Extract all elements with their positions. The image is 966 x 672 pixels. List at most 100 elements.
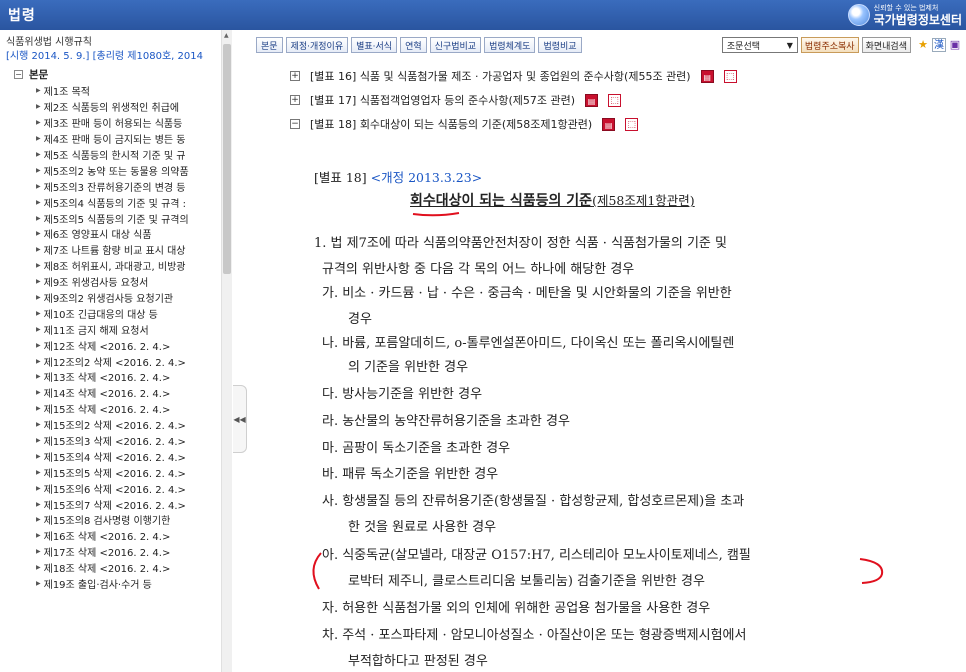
sidebar-scrollbar[interactable]: ▲	[221, 30, 232, 672]
hwp-download-icon[interactable]: ▤	[700, 69, 714, 83]
annex-label[interactable]: [별표 17] 식품접객업영업자 등의 준수사항(제57조 관련)	[310, 92, 575, 108]
sidebar-article-label: 제12조의2 삭제 <2016. 2. 4.>	[43, 357, 186, 369]
toolbar-button-4[interactable]: 신구법비교	[429, 37, 482, 53]
toolbar-right: 조문선택 ▼ 법령주소복사 화면내검색 ★ 漢 ▣	[721, 36, 962, 54]
sidebar-article-item[interactable]: ▶ 제15조 삭제 <2016. 2. 4.>	[36, 401, 222, 417]
sidebar-article-item[interactable]: ▶ 제5조의4 식품등의 기준 및 규격 :	[36, 194, 222, 210]
sidebar-tree: 식품위생법 시행규칙 [시행 2014. 5. 9.] [총리령 제1080호,…	[0, 30, 232, 672]
annex-row[interactable]: + [별표 16] 식품 및 식품첨가물 제조 · 가공업자 및 종업원의 준수사…	[290, 68, 737, 84]
sidebar-article-item[interactable]: ▶ 제5조의2 농약 또는 동물용 의약품	[36, 162, 222, 178]
document-line: 의 기준을 위반한 경우	[348, 360, 469, 375]
sidebar-article-item[interactable]: ▶ 제6조 영양표시 대상 식품	[36, 226, 222, 242]
sidebar-article-item[interactable]: ▶ 제15조의6 삭제 <2016. 2. 4.>	[36, 480, 222, 496]
bullet-arrow-icon: ▶	[36, 421, 41, 429]
sidebar-article-item[interactable]: ▶ 제11조 금지 해제 요청서	[36, 321, 222, 337]
article-select[interactable]: 조문선택 ▼	[721, 37, 798, 53]
sidebar-article-item[interactable]: ▶ 제9조의2 위생검사등 요청기관	[36, 290, 222, 306]
toolbar-button-5[interactable]: 법령체계도	[484, 37, 536, 53]
sidebar-article-item[interactable]: ▶ 제15조의8 검사명령 이행기한	[36, 512, 222, 528]
hwp-download-icon[interactable]: ▤	[585, 93, 599, 107]
document-title-sub: (제58조제1항관련)	[592, 193, 695, 208]
globe-logo-icon	[847, 4, 870, 26]
toolbar-button-6[interactable]: 법령비교	[538, 37, 582, 53]
sidebar-article-item[interactable]: ▶ 제15조의7 삭제 <2016. 2. 4.>	[36, 496, 222, 512]
sidebar-article-item[interactable]: ▶ 제13조 삭제 <2016. 2. 4.>	[36, 369, 222, 385]
document-toolbar: 본문 제정·개정이유 별표·서식 연혁 신구법비교 법령체계도 법령비교	[256, 36, 585, 54]
sidebar-article-item[interactable]: ▶ 제18조 삭제 <2016. 2. 4.>	[36, 560, 222, 576]
hanja-icon[interactable]: 漢	[932, 38, 946, 52]
bullet-arrow-icon: ▶	[36, 278, 41, 286]
law-subtitle[interactable]: [시행 2014. 5. 9.] [총리령 제1080호, 2014	[6, 47, 218, 62]
sidebar-article-item[interactable]: ▶ 제12조 삭제 <2016. 2. 4.>	[36, 337, 222, 353]
document-line: 경우	[348, 312, 372, 327]
toolbar-button-1[interactable]: 제정·개정이유	[285, 37, 349, 53]
sidebar-collapse-handle[interactable]: ◀◀	[233, 385, 247, 453]
tree-root-label: 본문	[29, 69, 49, 81]
bullet-arrow-icon: ▶	[36, 389, 41, 397]
pdf-download-icon[interactable]: ⬚	[625, 117, 639, 131]
double-chevron-left-icon: ◀◀	[233, 414, 246, 424]
sidebar-article-item[interactable]: ▶ 제12조의2 삭제 <2016. 2. 4.>	[36, 353, 222, 369]
collapse-minus-icon[interactable]: −	[290, 119, 300, 129]
sidebar-article-label: 제4조 판매 등이 금지되는 병든 동	[43, 135, 186, 147]
toolbar-button-3[interactable]: 연혁	[400, 37, 427, 53]
scrollbar-thumb[interactable]	[223, 44, 231, 274]
toolbar-button-0[interactable]: 본문	[256, 37, 283, 53]
sidebar-article-item[interactable]: ▶ 제8조 허위표시, 과대광고, 비방광	[36, 258, 222, 274]
sidebar-article-item[interactable]: ▶ 제15조의3 삭제 <2016. 2. 4.>	[36, 433, 222, 449]
collapse-minus-icon[interactable]: −	[14, 70, 23, 79]
sidebar-article-item[interactable]: ▶ 제15조의2 삭제 <2016. 2. 4.>	[36, 417, 222, 433]
bullet-arrow-icon: ▶	[36, 262, 41, 270]
sidebar-article-item[interactable]: ▶ 제5조의5 식품등의 기준 및 규격의	[36, 210, 222, 226]
pdf-download-icon[interactable]: ⬚	[608, 93, 622, 107]
brand-logo-link[interactable]: 신뢰할 수 있는 법제처 국가법령정보센터	[847, 2, 962, 28]
sidebar-article-item[interactable]: ▶ 제5조 식품등의 한시적 기준 및 규	[36, 147, 222, 163]
sidebar-article-item[interactable]: ▶ 제5조의3 잔류허용기준의 변경 등	[36, 178, 222, 194]
sidebar-article-item[interactable]: ▶ 제3조 판매 등이 허용되는 식품등	[36, 115, 222, 131]
sidebar-article-item[interactable]: ▶ 제2조 식품등의 위생적인 취급에	[36, 99, 222, 115]
annex-label[interactable]: [별표 16] 식품 및 식품첨가물 제조 · 가공업자 및 종업원의 준수사항…	[310, 68, 691, 84]
annex-row[interactable]: − [별표 18] 회수대상이 되는 식품등의 기준(제58조제1항관련) ▤ ⬚	[290, 116, 639, 132]
toolbar-button-2[interactable]: 별표·서식	[351, 37, 398, 53]
sidebar-article-item[interactable]: ▶ 제9조 위생검사등 요청서	[36, 274, 222, 290]
law-title[interactable]: 식품위생법 시행규칙	[6, 33, 92, 48]
sidebar-article-label: 제11조 금지 해제 요청서	[43, 325, 149, 337]
bullet-arrow-icon: ▶	[36, 468, 41, 476]
hwp-download-icon[interactable]: ▤	[602, 117, 616, 131]
bullet-arrow-icon: ▶	[36, 119, 41, 127]
sidebar-article-item[interactable]: ▶ 제7조 나트륨 함량 비교 표시 대상	[36, 242, 222, 258]
sidebar-article-item[interactable]: ▶ 제1조 목적	[36, 83, 222, 99]
sidebar-article-item[interactable]: ▶ 제15조의4 삭제 <2016. 2. 4.>	[36, 448, 222, 464]
bullet-arrow-icon: ▶	[36, 230, 41, 238]
sidebar-article-label: 제10조 긴급대응의 대상 등	[43, 309, 158, 321]
scroll-up-arrow-icon[interactable]: ▲	[224, 32, 229, 39]
document-line: 규격의 위반사항 중 다음 각 목의 어느 하나에 해당한 경우	[322, 262, 635, 277]
sidebar-article-item[interactable]: ▶ 제16조 삭제 <2016. 2. 4.>	[36, 528, 222, 544]
sidebar-article-item[interactable]: ▶ 제15조의5 삭제 <2016. 2. 4.>	[36, 464, 222, 480]
sidebar-article-label: 제5조의3 잔류허용기준의 변경 등	[43, 182, 186, 194]
bookmark-star-icon[interactable]: ★	[916, 38, 930, 52]
sidebar-article-label: 제7조 나트륨 함량 비교 표시 대상	[43, 246, 186, 258]
expand-plus-icon[interactable]: +	[290, 71, 300, 81]
bullet-arrow-icon: ▶	[36, 548, 41, 556]
annex-label[interactable]: [별표 18] 회수대상이 되는 식품등의 기준(제58조제1항관련)	[310, 116, 592, 132]
tree-root-main[interactable]: − 본문	[14, 67, 48, 82]
save-icon[interactable]: ▣	[948, 38, 962, 52]
sidebar-article-label: 제2조 식품등의 위생적인 취급에	[43, 103, 180, 115]
copy-address-button[interactable]: 법령주소복사	[800, 37, 859, 53]
bullet-arrow-icon: ▶	[36, 166, 41, 174]
expand-plus-icon[interactable]: +	[290, 95, 300, 105]
sidebar-article-label: 제15조의8 검사명령 이행기한	[43, 516, 171, 528]
sidebar-article-item[interactable]: ▶ 제14조 삭제 <2016. 2. 4.>	[36, 385, 222, 401]
annex-row[interactable]: + [별표 17] 식품접객업영업자 등의 준수사항(제57조 관련) ▤ ⬚	[290, 92, 622, 108]
search-in-page-button[interactable]: 화면내검색	[861, 37, 911, 53]
sidebar-article-item[interactable]: ▶ 제17조 삭제 <2016. 2. 4.>	[36, 544, 222, 560]
document-line: 마. 곰팡이 독소기준을 초과한 경우	[322, 441, 511, 456]
sidebar-article-label: 제15조의6 삭제 <2016. 2. 4.>	[43, 484, 186, 496]
sidebar-article-item[interactable]: ▶ 제19조 출입·검사·수거 등	[36, 576, 222, 592]
bullet-arrow-icon: ▶	[36, 532, 41, 540]
pdf-download-icon[interactable]: ⬚	[723, 69, 737, 83]
sidebar-article-label: 제19조 출입·검사·수거 등	[43, 580, 152, 592]
sidebar-article-item[interactable]: ▶ 제10조 긴급대응의 대상 등	[36, 305, 222, 321]
sidebar-article-item[interactable]: ▶ 제4조 판매 등이 금지되는 병든 동	[36, 131, 222, 147]
